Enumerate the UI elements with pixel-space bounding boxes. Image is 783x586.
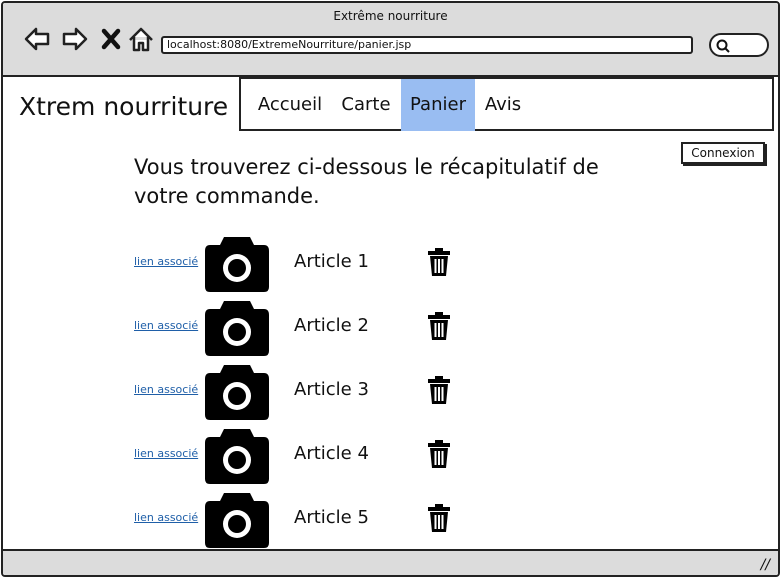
camera-icon <box>205 429 269 484</box>
article-name: Article 4 <box>294 443 369 464</box>
trash-icon[interactable] <box>427 311 451 341</box>
back-arrow-icon[interactable] <box>23 25 51 53</box>
camera-icon <box>205 365 269 420</box>
browser-window: Extrême nourriture localhost:8080/Extrem… <box>1 1 780 577</box>
browser-chrome: Extrême nourriture localhost:8080/Extrem… <box>3 3 778 77</box>
cart-item-row: lien associé Article 3 <box>3 363 778 427</box>
associated-link[interactable]: lien associé <box>134 319 198 332</box>
site-brand: Xtrem nourriture <box>19 92 229 121</box>
nav-item-carte[interactable]: Carte <box>338 79 394 131</box>
associated-link[interactable]: lien associé <box>134 383 198 396</box>
article-name: Article 5 <box>294 507 369 528</box>
main-nav: Accueil Carte Panier Avis <box>239 77 774 131</box>
article-name: Article 3 <box>294 379 369 400</box>
cart-item-row: lien associé Article 5 <box>3 491 778 555</box>
nav-item-accueil[interactable]: Accueil <box>255 79 325 131</box>
cart-item-row: lien associé Article 1 <box>3 235 778 299</box>
cart-item-row: lien associé Article 4 <box>3 427 778 491</box>
status-bar: // <box>3 549 778 575</box>
camera-icon <box>205 493 269 548</box>
home-icon[interactable] <box>127 25 155 53</box>
cart-intro-text: Vous trouverez ci-dessous le récapitulat… <box>134 155 599 208</box>
trash-icon[interactable] <box>427 439 451 469</box>
close-icon[interactable] <box>99 25 127 53</box>
trash-icon[interactable] <box>427 375 451 405</box>
article-name: Article 1 <box>294 251 369 272</box>
browser-search-field[interactable] <box>709 33 769 57</box>
article-name: Article 2 <box>294 315 369 336</box>
camera-icon <box>205 301 269 356</box>
forward-arrow-icon[interactable] <box>61 25 89 53</box>
associated-link[interactable]: lien associé <box>134 511 198 524</box>
associated-link[interactable]: lien associé <box>134 255 198 268</box>
nav-item-avis[interactable]: Avis <box>481 79 525 131</box>
camera-icon <box>205 237 269 292</box>
search-icon <box>716 39 730 53</box>
login-button[interactable]: Connexion <box>681 142 765 164</box>
trash-icon[interactable] <box>427 503 451 533</box>
cart-item-row: lien associé Article 2 <box>3 299 778 363</box>
trash-icon[interactable] <box>427 247 451 277</box>
resize-grip-icon[interactable]: // <box>761 557 770 573</box>
nav-item-panier[interactable]: Panier <box>401 79 475 131</box>
window-title: Extrême nourriture <box>333 9 448 23</box>
address-bar[interactable]: localhost:8080/ExtremeNourriture/panier.… <box>161 36 693 54</box>
associated-link[interactable]: lien associé <box>134 447 198 460</box>
